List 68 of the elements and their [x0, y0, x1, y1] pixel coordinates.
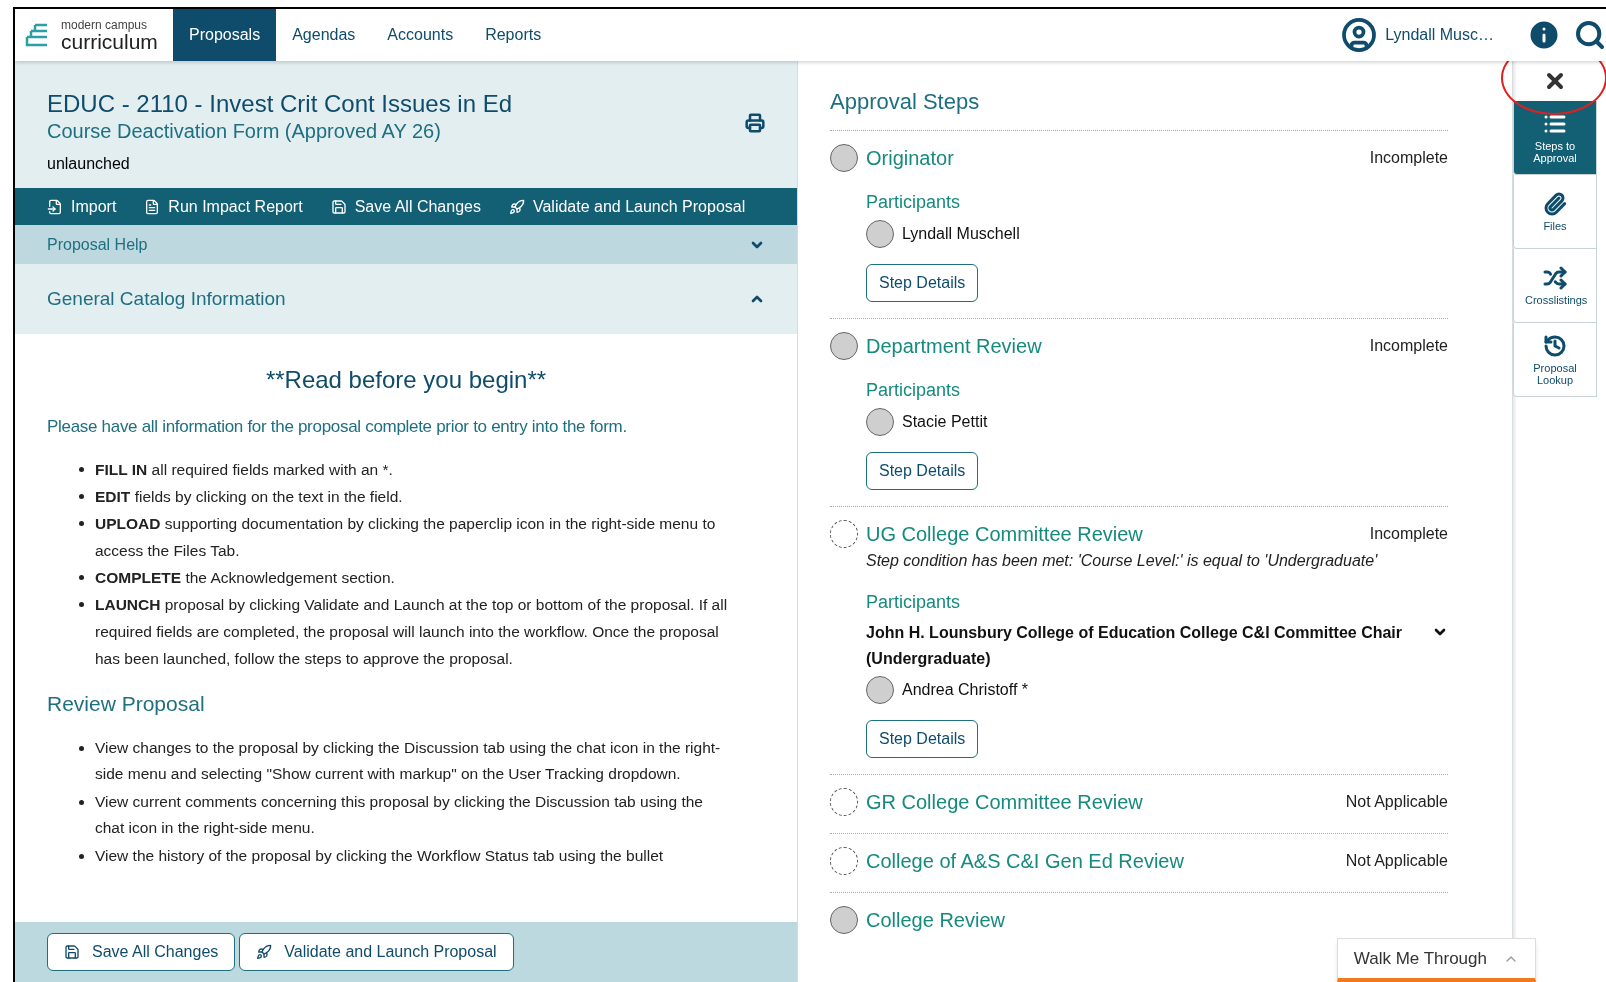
step-status: Not Applicable: [1345, 792, 1448, 812]
instruction-item: EDIT fields by clicking on the text in the field.: [95, 482, 765, 510]
save-icon: [330, 198, 347, 215]
participant-name: Lyndall Muschell: [902, 224, 1020, 244]
step-name[interactable]: College of A&S C&I Gen Ed Review: [866, 846, 1338, 876]
step-name[interactable]: Originator: [866, 143, 1362, 173]
section-header[interactable]: General Catalog Information: [15, 264, 797, 334]
step-condition: Step condition has been met: 'Course Level:' is equal to 'Undergraduate': [865, 551, 1379, 571]
history-icon: [1543, 333, 1567, 358]
content-heading: **Read before you begin**: [265, 365, 547, 395]
import-icon: [47, 198, 63, 215]
user-name[interactable]: Lyndall Musc…: [1385, 23, 1494, 47]
step-name[interactable]: College Review: [866, 905, 1448, 935]
bottom-action-button[interactable]: Validate and Launch Proposal: [239, 933, 514, 971]
step-name[interactable]: Department Review: [866, 331, 1362, 361]
toolbar-button[interactable]: Import: [47, 194, 117, 219]
side-tab[interactable]: Steps to Approval: [1513, 101, 1597, 175]
side-tab[interactable]: Files: [1513, 175, 1597, 249]
participants-label: Participants: [866, 379, 962, 402]
step-name[interactable]: UG College Committee Review: [866, 519, 1362, 549]
toolbar-button[interactable]: Validate and Launch Proposal: [508, 194, 746, 219]
instruction-item: LAUNCH proposal by clicking Validate and Launch at the top or bottom of the proposal. If all required fields are completed, the proposal will launch into the workflow. Once the proposal has been launched, follow the steps to approve the proposal.: [95, 590, 765, 672]
save-icon: [64, 944, 80, 960]
rocket-icon: [256, 944, 273, 960]
approval-title: Approval Steps: [830, 88, 981, 116]
shuffle-icon: [1543, 265, 1567, 290]
search-icon[interactable]: [1574, 19, 1606, 51]
side-tab[interactable]: Crosslistings: [1513, 249, 1597, 323]
nav-tab[interactable]: Reports: [469, 9, 558, 61]
instruction-item: COMPLETE the Acknowledgement section.: [95, 563, 765, 591]
side-tab[interactable]: Proposal Lookup: [1513, 323, 1597, 397]
user-avatar-icon: [1341, 17, 1378, 53]
instruction-item: UPLOAD supporting documentation by clicking the paperclip icon in the right-side menu to access the Files Tab.: [95, 509, 765, 564]
step-details-button[interactable]: Step Details: [866, 452, 979, 490]
review-heading: Review Proposal: [47, 690, 206, 717]
proposal-status: unlaunched: [47, 154, 131, 174]
step-details-button[interactable]: Step Details: [866, 264, 979, 302]
logo-tagline: modern campus: [61, 18, 149, 31]
form-name: Course Deactivation Form (Approved AY 26): [47, 119, 442, 144]
nav-tab[interactable]: Agendas: [276, 9, 372, 61]
section-header[interactable]: Proposal Help: [15, 225, 797, 264]
intro-text: Please have all information for the proposal complete prior to entry into the form.: [47, 416, 628, 438]
step-status: Not Applicable: [1345, 851, 1448, 871]
rocket-icon: [508, 198, 525, 215]
step-status: Incomplete: [1369, 148, 1448, 168]
toolbar-button[interactable]: Save All Changes: [330, 194, 481, 219]
step-status: Incomplete: [1369, 336, 1448, 356]
step-details-button[interactable]: Step Details: [866, 720, 979, 758]
step-name[interactable]: GR College Committee Review: [866, 787, 1338, 817]
instruction-item: View current comments concerning this proposal by clicking the Discussion tab using the chat icon in the right-side menu.: [95, 789, 765, 841]
participant-name: Andrea Christoff *: [902, 680, 1028, 700]
nav-tab[interactable]: Accounts: [371, 9, 470, 61]
print-icon[interactable]: [745, 113, 765, 133]
instruction-item: View the history of the proposal by clicking the Workflow Status tab using the bullet: [95, 843, 765, 869]
step-status: Incomplete: [1369, 524, 1448, 544]
participant-name: Stacie Pettit: [902, 412, 988, 432]
participants-label: Participants: [866, 191, 962, 214]
participant-role: John H. Lounsbury College of Education College C&I Committee Chair (Undergraduate): [866, 623, 1404, 669]
nav-tab[interactable]: Proposals: [173, 9, 277, 61]
document-icon: [144, 198, 161, 215]
instruction-item: View changes to the proposal by clicking the Discussion tab using the chat icon in the right-side menu and selecting "Show current with markup" on the User Tracking dropdown.: [95, 735, 765, 787]
walk-me-through-button[interactable]: Walk Me Through: [1336, 938, 1536, 982]
paperclip-icon: [1543, 191, 1567, 216]
proposal-title: EDUC - 2110 - Invest Crit Cont Issues in Ed: [47, 89, 514, 119]
participants-label: Participants: [866, 591, 962, 614]
instruction-item: FILL IN all required fields marked with an *.: [95, 455, 765, 483]
toolbar-button[interactable]: Run Impact Report: [144, 194, 303, 219]
bottom-action-button[interactable]: Save All Changes: [47, 933, 236, 971]
